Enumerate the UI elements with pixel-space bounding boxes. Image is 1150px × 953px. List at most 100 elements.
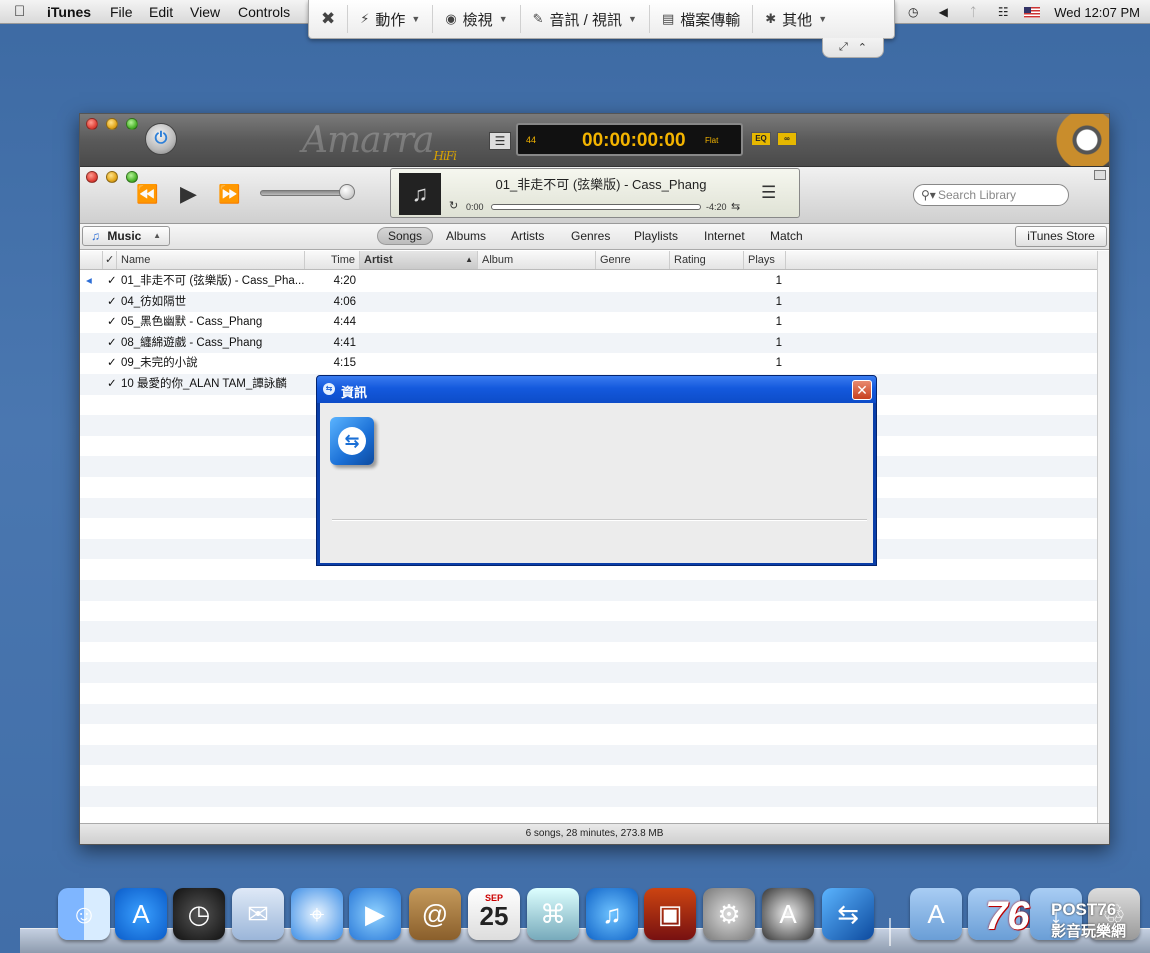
address-book-icon[interactable]: @ [409,888,461,940]
track-checkbox[interactable]: ✓ [107,333,119,353]
playback-progress-bar[interactable] [491,204,701,210]
amarra-icon[interactable]: A [762,888,814,940]
amarra-dial-icon[interactable] [1029,114,1109,166]
empty-row [80,703,1097,725]
table-row[interactable]: ✓ 05_黑色幽默 - Cass_Phang 4:44 1 [80,312,1097,333]
playlist-icon[interactable]: ☰ [489,132,511,150]
menu-controls[interactable]: Controls [238,4,290,20]
track-time: 4:41 [333,336,356,349]
zoom-button[interactable] [126,118,138,130]
dialog-title-bar[interactable]: ⇆ 資訊 ✕ [317,376,876,403]
track-checkbox[interactable]: ✓ [107,271,119,291]
table-row[interactable]: ✓ 09_未完的小說 4:15 1 [80,353,1097,374]
minimize-button[interactable] [106,118,118,130]
tv-view-button[interactable]: ◉ 檢視 ▼ [433,5,521,33]
tab-match[interactable]: Match [770,229,803,243]
zoom-button[interactable] [126,171,138,183]
time-machine-icon[interactable]: ◷ [906,5,920,19]
photo-booth-icon[interactable]: ▣ [644,888,696,940]
applications-folder-icon[interactable]: A [910,888,962,940]
library-nav-bar: ♫ Music ▲▼ Songs Albums Artists Genres P… [80,224,1109,258]
dashboard-icon[interactable]: ◷ [173,888,225,940]
up-next-list-icon[interactable]: ☰ [761,183,776,203]
tv-audio-video-button[interactable]: ✎ 音訊 / 視訊 ▼ [521,5,650,33]
fast-forward-icon[interactable]: ⏩ [218,184,240,205]
eq-mode: Flat [705,136,719,145]
teamviewer-icon[interactable]: ⇆ [822,888,874,940]
eq-button[interactable]: EQ [751,132,771,146]
minimize-button[interactable] [106,171,118,183]
finder-icon[interactable]: ☺ [58,888,110,940]
track-checkbox[interactable]: ✓ [107,292,119,312]
library-status-bar: 6 songs, 28 minutes, 273.8 MB [80,823,1109,844]
menu-clock[interactable]: Wed 12:07 PM [1054,5,1140,20]
bluetooth-icon[interactable]: ᛏ [966,5,980,19]
miniplayer-button[interactable] [1094,170,1106,180]
vertical-scrollbar[interactable] [1097,251,1109,823]
tab-artists[interactable]: Artists [511,229,544,243]
close-button[interactable] [86,118,98,130]
column-album[interactable]: Album [478,251,596,269]
table-row[interactable]: ✓ 04_彷如隔世 4:06 1 [80,291,1097,313]
track-checkbox[interactable]: ✓ [107,353,119,373]
repeat-icon[interactable]: ↻ [449,199,458,212]
track-checkbox[interactable]: ✓ [107,374,119,394]
column-name[interactable]: Name [117,251,305,269]
play-icon[interactable]: ▶ [180,181,197,207]
apple-menu-icon[interactable]:  [14,3,25,20]
itunes-store-button[interactable]: iTunes Store [1015,226,1107,247]
tv-close-session-button[interactable]: ✖ [309,5,349,33]
table-row[interactable]: ✓ 08_纏綿遊戲 - Cass_Phang 4:41 1 [80,332,1097,354]
safari-icon[interactable]: ⌖ [291,888,343,940]
calendar-icon[interactable]: SEP 25 [468,888,520,940]
rewind-icon[interactable]: ⏪ [136,184,158,205]
shuffle-icon[interactable]: ⇆ [731,200,740,213]
volume-icon[interactable]: ◀ [936,5,950,19]
teamviewer-logo-icon [330,417,374,465]
track-checkbox[interactable]: ✓ [107,312,119,332]
input-source-flag-icon[interactable] [1024,6,1041,18]
volume-knob[interactable] [339,184,355,200]
tv-actions-button[interactable]: ⚡ 動作 ▼ [348,5,434,33]
tab-playlists[interactable]: Playlists [634,229,678,243]
column-rating[interactable]: Rating [670,251,744,269]
track-name: 05_黑色幽默 - Cass_Phang [121,316,263,329]
tab-genres[interactable]: Genres [571,229,610,243]
column-plays[interactable]: Plays [744,251,786,269]
empty-row [80,765,1097,786]
menu-app-name[interactable]: iTunes [47,4,91,20]
app-store-icon[interactable]: A [115,888,167,940]
power-icon[interactable]: ⏻ [145,123,177,155]
mail-icon[interactable]: ✉ [232,888,284,940]
tab-songs[interactable]: Songs [377,227,434,245]
dialog-close-button[interactable]: ✕ [852,380,872,400]
table-row[interactable]: ◂ ✓ 01_非走不可 (弦樂版) - Cass_Pha... 4:20 1 [80,271,1097,292]
tv-file-transfer-button[interactable]: ▤ 檔案傳輸 [650,5,754,33]
iphoto-icon[interactable]: ⌘ [527,888,579,940]
close-button[interactable] [86,171,98,183]
collapse-toolbar-icon[interactable]: ⌃ [858,41,867,54]
column-artist[interactable]: Artist ▲ [360,251,478,269]
column-genre[interactable]: Genre [596,251,670,269]
puzzle-icon: ✱ [765,11,777,26]
menu-file[interactable]: File [110,4,133,20]
fullscreen-icon[interactable]: ⤢ [839,41,848,54]
column-check[interactable]: ✓ [103,251,117,269]
search-library-input[interactable]: ⚲▾ Search Library [913,184,1069,206]
column-playing[interactable] [80,251,103,269]
menu-view[interactable]: View [190,4,220,20]
caret-down-icon: ▼ [411,14,421,24]
song-list-header: ✓ Name Time Artist ▲ Album Genre Rating … [80,251,1097,270]
system-preferences-icon[interactable]: ⚙ [703,888,755,940]
wifi-icon[interactable]: ☷ [996,5,1010,19]
link-icon[interactable]: ∞ [777,132,797,146]
column-time[interactable]: Time [305,251,360,269]
tab-albums[interactable]: Albums [446,229,486,243]
source-selector[interactable]: ♫ Music ▲▼ [82,226,170,258]
menu-edit[interactable]: Edit [149,4,173,20]
track-plays: 1 [775,295,782,308]
itunes-icon[interactable]: ♫ [586,888,638,940]
tab-internet[interactable]: Internet [704,229,745,243]
tv-extras-button[interactable]: ✱ 其他 ▼ [753,5,839,33]
facetime-icon[interactable]: ▶ [349,888,401,940]
